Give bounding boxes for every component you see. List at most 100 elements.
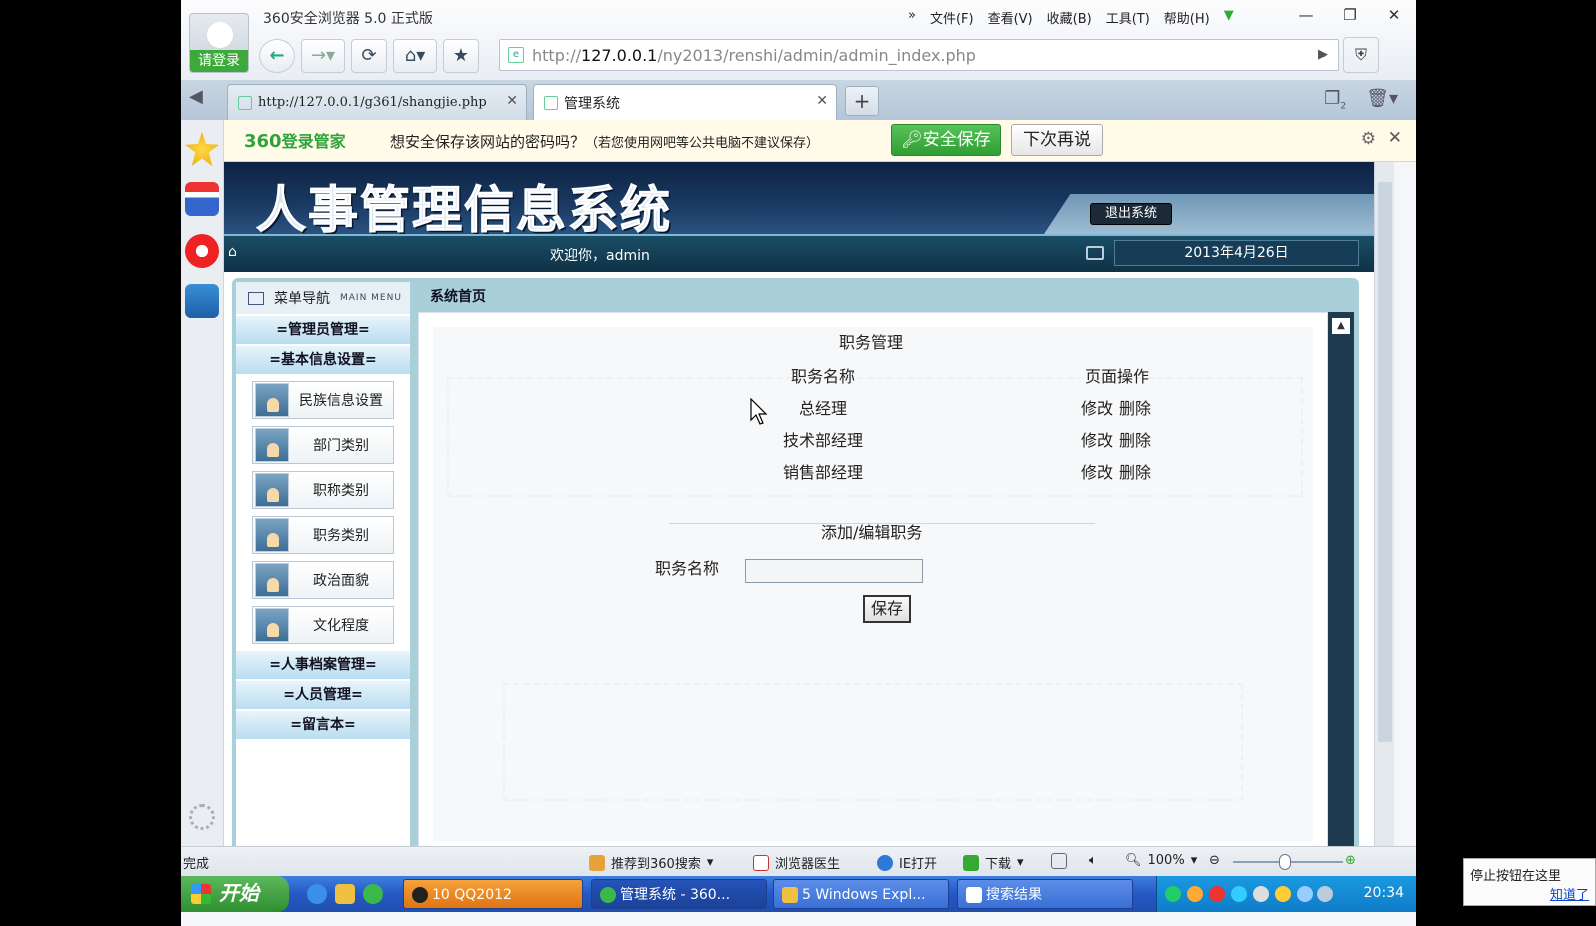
menu-help[interactable]: 帮助(H) xyxy=(1164,8,1210,27)
page-icon xyxy=(544,95,558,110)
favorites-star-icon[interactable] xyxy=(185,132,219,166)
delete-link[interactable]: 删除 xyxy=(1119,399,1151,418)
tray-icon[interactable] xyxy=(1165,886,1181,902)
tab-count-icon[interactable]: ❐2 xyxy=(1324,88,1346,112)
shield-icon[interactable]: ⛨ xyxy=(1343,37,1379,73)
close-icon[interactable]: ✕ xyxy=(1388,128,1402,148)
menu-item-department[interactable]: 部门类别 xyxy=(252,426,394,464)
taskbar-item-explorer[interactable]: 5 Windows Expl... xyxy=(773,879,949,909)
menu-group-personnel-files[interactable]: =人事档案管理= xyxy=(236,651,410,679)
minimize-icon[interactable]: — xyxy=(1284,0,1328,30)
folder-icon[interactable] xyxy=(335,884,355,904)
tray-icon[interactable] xyxy=(1231,886,1247,902)
taskbar-item-qq[interactable]: 10 QQ2012 xyxy=(403,879,583,909)
menu-item-political[interactable]: 政治面貌 xyxy=(252,561,394,599)
home-icon[interactable]: ⌂▾ xyxy=(393,39,437,73)
taskbar-item-browser[interactable]: 管理系统 - 360... xyxy=(591,879,767,909)
menu-favorites[interactable]: 收藏(B) xyxy=(1047,8,1092,27)
edit-link[interactable]: 修改 xyxy=(1081,431,1113,450)
close-icon[interactable]: ✕ xyxy=(1372,0,1416,30)
logout-button[interactable]: 退出系统 xyxy=(1090,203,1172,225)
trash-icon[interactable]: 🗑︎▾ xyxy=(1366,88,1398,112)
phone-icon[interactable] xyxy=(185,284,219,318)
browser-360-icon[interactable] xyxy=(363,884,383,904)
main-title: 系统首页 xyxy=(430,289,486,305)
volume-icon[interactable]: 🔈︎ xyxy=(1089,853,1097,868)
start-button[interactable]: 开始 xyxy=(181,876,289,912)
go-icon[interactable]: ▶ xyxy=(1307,39,1339,71)
scroll-thumb[interactable] xyxy=(1378,182,1392,742)
user-avatar[interactable]: 请登录 xyxy=(189,13,249,73)
screen-icon[interactable] xyxy=(1051,853,1067,869)
edit-link[interactable]: 修改 xyxy=(1081,399,1113,418)
tab-close-icon[interactable]: ✕ xyxy=(506,93,518,109)
browser-doctor-button[interactable]: 浏览器医生 xyxy=(753,853,840,872)
login-button[interactable]: 请登录 xyxy=(190,50,248,72)
recommend-360-button[interactable]: 推荐到360搜索 ▾ xyxy=(589,853,713,872)
tip-dismiss-link[interactable]: 知道了 xyxy=(1470,884,1589,903)
tray-icon[interactable] xyxy=(1275,886,1291,902)
main-area: 系统首页 职务管理 职务名称 页面操作 总经理 修改 删除 技术部经理 修改 删… xyxy=(418,282,1356,846)
download-button[interactable]: 下载 ▾ xyxy=(963,853,1024,872)
menu-overflow-icon[interactable]: » xyxy=(908,8,916,27)
save-button[interactable]: 保存 xyxy=(863,595,911,623)
user-icon xyxy=(255,608,289,642)
tray-icon[interactable] xyxy=(1253,886,1269,902)
web-page: 人事管理信息系统 退出系统 ⌂ 欢迎你，admin 2013年4月26日 菜单导… xyxy=(224,162,1374,846)
zoom-out-icon[interactable]: ⊖ xyxy=(1209,853,1220,868)
browser-scrollbar[interactable] xyxy=(1374,162,1394,846)
taskbar-item-search[interactable]: 搜索结果 xyxy=(957,879,1133,909)
zoom-in-icon[interactable]: ⊕ xyxy=(1345,853,1356,868)
tab-close-icon[interactable]: ✕ xyxy=(816,93,828,109)
address-url[interactable]: http://127.0.0.1/ny2013/renshi/admin/adm… xyxy=(532,46,976,65)
position-name-input[interactable] xyxy=(745,559,923,583)
tab-admin[interactable]: 管理系统 ✕ xyxy=(533,84,837,120)
gear-icon[interactable]: ⚙ xyxy=(1361,129,1376,149)
menu-item-position[interactable]: 职务类别 xyxy=(252,516,394,554)
tray-icon[interactable] xyxy=(1297,886,1313,902)
ie-icon[interactable] xyxy=(307,884,327,904)
refresh-icon[interactable]: ⟳ xyxy=(351,39,387,73)
ie-open-button[interactable]: IE打开 xyxy=(877,853,937,872)
home-icon[interactable]: ⌂ xyxy=(228,244,237,260)
menu-group-admin[interactable]: =管理员管理= xyxy=(236,316,410,344)
shirt-icon[interactable]: ▼ xyxy=(1224,8,1234,27)
windows-taskbar: 开始 10 QQ2012 管理系统 - 360... 5 Windows Exp… xyxy=(181,876,1416,912)
volume-icon[interactable] xyxy=(1317,886,1333,902)
tray-icon[interactable] xyxy=(1209,886,1225,902)
menu-bar: » 文件(F) 查看(V) 收藏(B) 工具(T) 帮助(H) ▼ xyxy=(908,8,1234,27)
edit-link[interactable]: 修改 xyxy=(1081,463,1113,482)
app-title: 360安全浏览器 5.0 正式版 xyxy=(263,11,433,27)
menu-group-guestbook[interactable]: =留言本= xyxy=(236,711,410,739)
menu-group-staff[interactable]: =人员管理= xyxy=(236,681,410,709)
menu-item-title[interactable]: 职称类别 xyxy=(252,471,394,509)
content-frame: 菜单导航 MAIN MENU =管理员管理= =基本信息设置= 民族信息设置 部… xyxy=(232,278,1359,846)
tab-shangjie[interactable]: http://127.0.0.1/g361/shangjie.php ✕ xyxy=(227,84,527,120)
menu-file[interactable]: 文件(F) xyxy=(930,8,974,27)
welcome-bar: ⌂ 欢迎你，admin 2013年4月26日 xyxy=(224,234,1374,272)
scroll-up-icon[interactable]: ▲ xyxy=(1332,318,1350,334)
page-scrollbar[interactable]: ▲ xyxy=(1328,312,1354,846)
menu-item-ethnicity[interactable]: 民族信息设置 xyxy=(252,381,394,419)
back-icon[interactable]: ← xyxy=(259,39,295,73)
forward-icon[interactable]: →▾ xyxy=(301,39,345,73)
gear-icon[interactable] xyxy=(189,804,215,830)
address-bar[interactable]: e http://127.0.0.1/ny2013/renshi/admin/a… xyxy=(499,39,1339,71)
menu-tools[interactable]: 工具(T) xyxy=(1106,8,1150,27)
favorite-star-icon[interactable]: ★ xyxy=(443,39,479,73)
menu-group-basic-info[interactable]: =基本信息设置= xyxy=(236,346,410,374)
news-icon[interactable] xyxy=(185,182,219,216)
later-button[interactable]: 下次再说 xyxy=(1011,124,1103,156)
zoom-slider-handle[interactable] xyxy=(1279,854,1291,870)
tray-icon[interactable] xyxy=(1187,886,1203,902)
delete-link[interactable]: 删除 xyxy=(1119,431,1151,450)
new-tab-button[interactable]: + xyxy=(845,86,879,116)
safe-save-button[interactable]: 🔑︎安全保存 xyxy=(891,124,1001,156)
zoom-control[interactable]: 🔍︎ 100% ▾ xyxy=(1125,853,1197,868)
menu-view[interactable]: 查看(V) xyxy=(988,8,1033,27)
menu-item-education[interactable]: 文化程度 xyxy=(252,606,394,644)
restore-icon[interactable]: ❐ xyxy=(1328,0,1372,30)
sidebar-toggle-icon[interactable]: ◀ xyxy=(189,86,203,107)
delete-link[interactable]: 删除 xyxy=(1119,463,1151,482)
weibo-icon[interactable] xyxy=(185,234,219,268)
